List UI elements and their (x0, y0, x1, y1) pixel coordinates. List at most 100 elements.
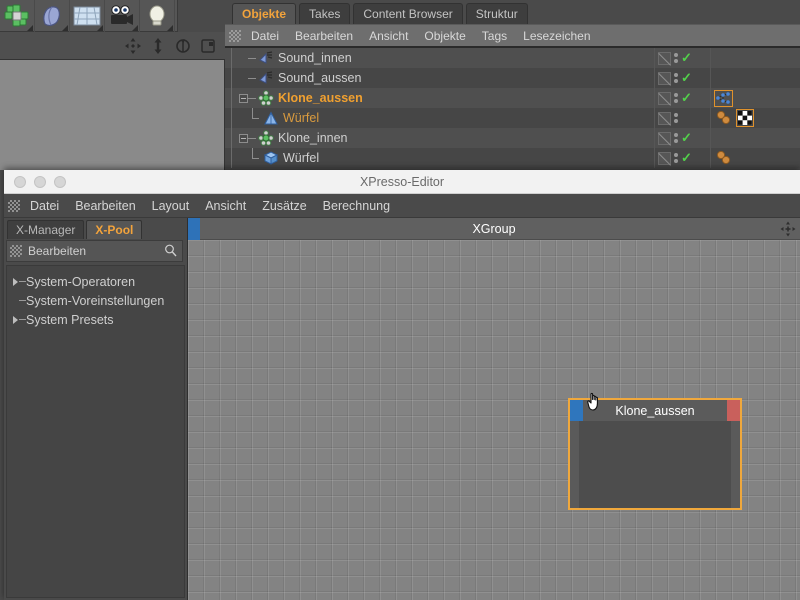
deformer-icon[interactable] (35, 0, 70, 32)
rotate-tool-icon[interactable] (174, 37, 192, 55)
visibility-column[interactable]: ✓ (654, 48, 710, 68)
environment-icon[interactable] (70, 0, 105, 32)
xpresso-tag[interactable] (714, 89, 733, 107)
viewport-area[interactable] (0, 60, 225, 170)
menu-bearbeiten[interactable]: Bearbeiten (287, 25, 361, 47)
xpresso-menu-datei[interactable]: Datei (22, 194, 67, 218)
move-tool-icon[interactable] (124, 37, 142, 55)
object-name[interactable]: Klone_aussen (278, 91, 363, 105)
list-item[interactable]: System Presets (7, 310, 184, 329)
menu-tags[interactable]: Tags (474, 25, 515, 47)
object-tree[interactable]: Sound_innen ✓ Sound_aussen ✓ Klone_aussen ✓ Wü… (225, 46, 800, 172)
frame-tool-icon[interactable] (199, 37, 217, 55)
transform-toolbar[interactable] (0, 32, 225, 60)
xpresso-menu-zusaetze[interactable]: Zusätze (254, 194, 314, 218)
tags-column[interactable] (710, 148, 800, 168)
move-axis-icon[interactable] (780, 221, 796, 237)
tab-content-browser[interactable]: Content Browser (353, 3, 463, 24)
table-row[interactable]: Sound_innen ✓ (225, 48, 800, 68)
xpresso-menu-bearbeiten[interactable]: Bearbeiten (67, 194, 143, 218)
xpresso-node-klone-aussen[interactable]: Klone_aussen (568, 398, 742, 510)
object-manager-tabbar[interactable]: Objekte Takes Content Browser Struktur (225, 0, 800, 24)
xpool-tree[interactable]: System-Operatoren System-Voreinstellungen… (6, 265, 185, 598)
cloner-object-icon[interactable] (257, 130, 274, 146)
object-name[interactable]: Würfel (283, 111, 319, 125)
object-name[interactable]: Würfel (283, 151, 319, 165)
expand-collapse-icon[interactable] (239, 133, 248, 143)
xpool-bearbeiten-menu[interactable]: Bearbeiten (28, 244, 86, 258)
table-row[interactable]: Klone_aussen ✓ (225, 88, 800, 108)
xpresso-canvas[interactable]: XGroup Klone_aussen (188, 218, 800, 600)
visibility-column[interactable]: ✓ (654, 148, 710, 168)
table-row[interactable]: Klone_innen ✓ (225, 128, 800, 148)
xpresso-menu-ansicht[interactable]: Ansicht (197, 194, 254, 218)
menu-grip-handle[interactable] (229, 29, 241, 42)
list-item[interactable]: System-Operatoren (7, 272, 184, 291)
node-header[interactable]: Klone_aussen (570, 400, 740, 421)
material-tag[interactable] (715, 150, 733, 166)
enable-check-icon[interactable]: ✓ (681, 51, 692, 64)
visibility-dots[interactable] (674, 113, 678, 123)
tab-struktur[interactable]: Struktur (465, 3, 528, 24)
xpresso-titlebar[interactable]: XPresso-Editor (4, 170, 800, 194)
table-row[interactable]: Würfel ✓ (225, 148, 800, 168)
tags-column[interactable] (710, 128, 800, 148)
table-row[interactable]: Sound_aussen ✓ (225, 68, 800, 88)
object-palette-toolbar[interactable] (0, 0, 178, 32)
menu-objekte[interactable]: Objekte (416, 25, 473, 47)
node-output-port[interactable] (727, 400, 740, 421)
expand-triangle-icon[interactable] (13, 315, 18, 324)
magnifier-icon[interactable] (164, 244, 177, 257)
checker-texture-tag[interactable] (736, 109, 754, 127)
object-name[interactable]: Sound_aussen (278, 71, 361, 85)
table-row[interactable]: Würfel (225, 108, 800, 128)
visibility-dots[interactable] (674, 73, 678, 83)
tags-column[interactable] (710, 108, 800, 128)
tags-column[interactable] (710, 48, 800, 68)
cone-object-icon[interactable] (262, 110, 279, 126)
xpresso-menu-grip-handle[interactable] (8, 199, 20, 212)
xpresso-menu-berechnung[interactable]: Berechnung (315, 194, 398, 218)
list-item[interactable]: System-Voreinstellungen (7, 291, 184, 310)
menu-lesezeichen[interactable]: Lesezeichen (515, 25, 598, 47)
sound-object-icon[interactable] (257, 70, 274, 86)
visibility-column[interactable] (654, 108, 710, 128)
layer-color-swatch[interactable] (658, 51, 671, 65)
xpool-tabbar[interactable]: X-Manager X-Pool (4, 218, 187, 239)
tags-column[interactable] (710, 88, 800, 108)
xpool-grip-handle[interactable] (10, 245, 22, 257)
xpresso-menu-layout[interactable]: Layout (144, 194, 198, 218)
layer-color-swatch[interactable] (658, 151, 671, 165)
menu-ansicht[interactable]: Ansicht (361, 25, 416, 47)
object-name[interactable]: Sound_innen (278, 51, 352, 65)
tab-x-pool[interactable]: X-Pool (86, 220, 143, 239)
xgroup-header[interactable]: XGroup (188, 218, 800, 240)
object-name[interactable]: Klone_innen (278, 131, 348, 145)
visibility-dots[interactable] (674, 93, 678, 103)
enable-check-icon[interactable]: ✓ (681, 131, 692, 144)
expand-triangle-icon[interactable] (13, 277, 18, 286)
mograph-cloner-icon[interactable] (0, 0, 35, 32)
enable-check-icon[interactable]: ✓ (681, 151, 692, 164)
visibility-dots[interactable] (674, 53, 678, 63)
enable-check-icon[interactable]: ✓ (681, 71, 692, 84)
object-manager-menubar[interactable]: Datei Bearbeiten Ansicht Objekte Tags Le… (225, 24, 800, 46)
tab-takes[interactable]: Takes (299, 3, 351, 24)
cube-object-icon[interactable] (262, 150, 279, 166)
tab-x-manager[interactable]: X-Manager (7, 220, 85, 239)
light-icon[interactable] (140, 0, 175, 32)
tags-column[interactable] (710, 68, 800, 88)
layer-color-swatch[interactable] (658, 111, 671, 125)
enable-check-icon[interactable]: ✓ (681, 91, 692, 104)
xpool-search-bar[interactable]: Bearbeiten (6, 240, 183, 262)
visibility-dots[interactable] (674, 153, 678, 163)
menu-datei[interactable]: Datei (243, 25, 287, 47)
camera-icon[interactable] (105, 0, 140, 32)
material-tag[interactable] (715, 110, 733, 126)
canvas-grid[interactable]: Klone_aussen (188, 240, 800, 600)
visibility-column[interactable]: ✓ (654, 68, 710, 88)
expand-collapse-icon[interactable] (239, 93, 248, 103)
expand-triangle-icon[interactable] (13, 297, 18, 305)
scale-tool-icon[interactable] (149, 37, 167, 55)
cloner-object-icon[interactable] (257, 90, 274, 106)
